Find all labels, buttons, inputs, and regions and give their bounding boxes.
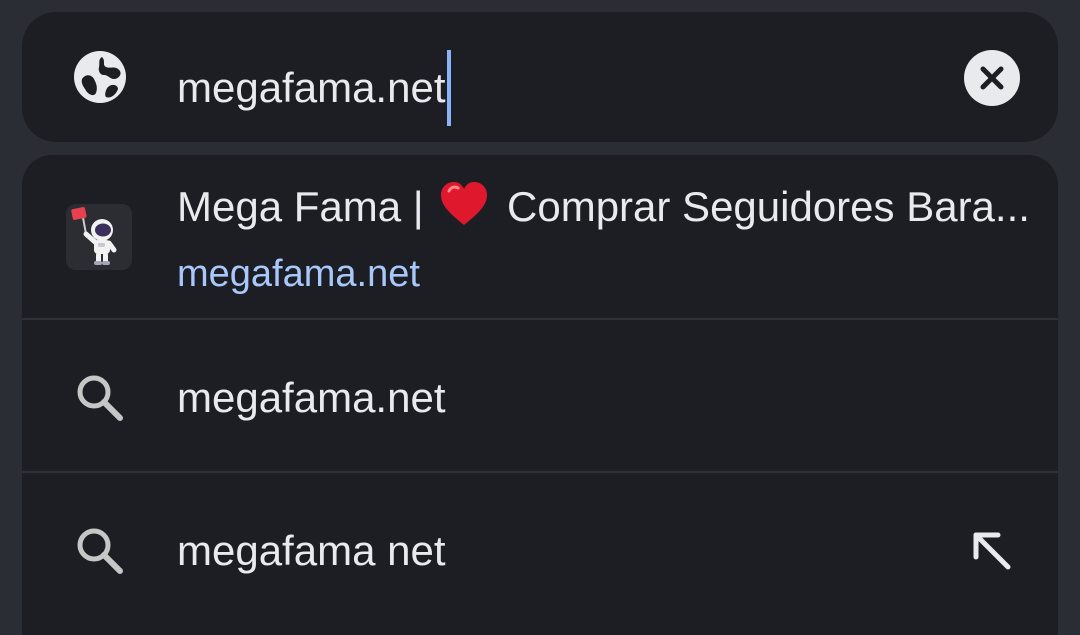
- heart-icon: [441, 182, 488, 225]
- suggestion-site-row[interactable]: Mega Fama | Comprar Seguidores Bara... m…: [22, 155, 1058, 318]
- suggestion-search-row[interactable]: megafama net: [22, 473, 1058, 635]
- omnibox[interactable]: megafama.net: [22, 12, 1058, 142]
- suggestion-search-text: megafama net: [177, 527, 446, 574]
- suggestion-search-row[interactable]: megafama.net: [22, 320, 1058, 471]
- search-icon: [77, 528, 123, 574]
- suggestion-site-url: megafama.net: [177, 253, 420, 295]
- astronaut-favicon-icon: [66, 204, 132, 270]
- text-caret: [446, 50, 451, 126]
- url-input-text: megafama.net: [177, 64, 446, 111]
- url-input[interactable]: megafama.net: [177, 50, 451, 126]
- globe-icon: [74, 51, 126, 103]
- suggestion-search-text: megafama.net: [177, 374, 446, 421]
- search-icon: [77, 375, 123, 421]
- arrow-up-left-icon[interactable]: [968, 527, 1016, 575]
- suggestion-site-title: Mega Fama | Comprar Seguidores Bara...: [177, 181, 1030, 233]
- title-prefix: Mega Fama |: [177, 183, 424, 230]
- close-icon: [980, 66, 1004, 90]
- clear-button[interactable]: [964, 50, 1020, 106]
- suggestions-list: Mega Fama | Comprar Seguidores Bara... m…: [22, 155, 1058, 635]
- title-suffix: Comprar Seguidores Bara...: [507, 183, 1030, 230]
